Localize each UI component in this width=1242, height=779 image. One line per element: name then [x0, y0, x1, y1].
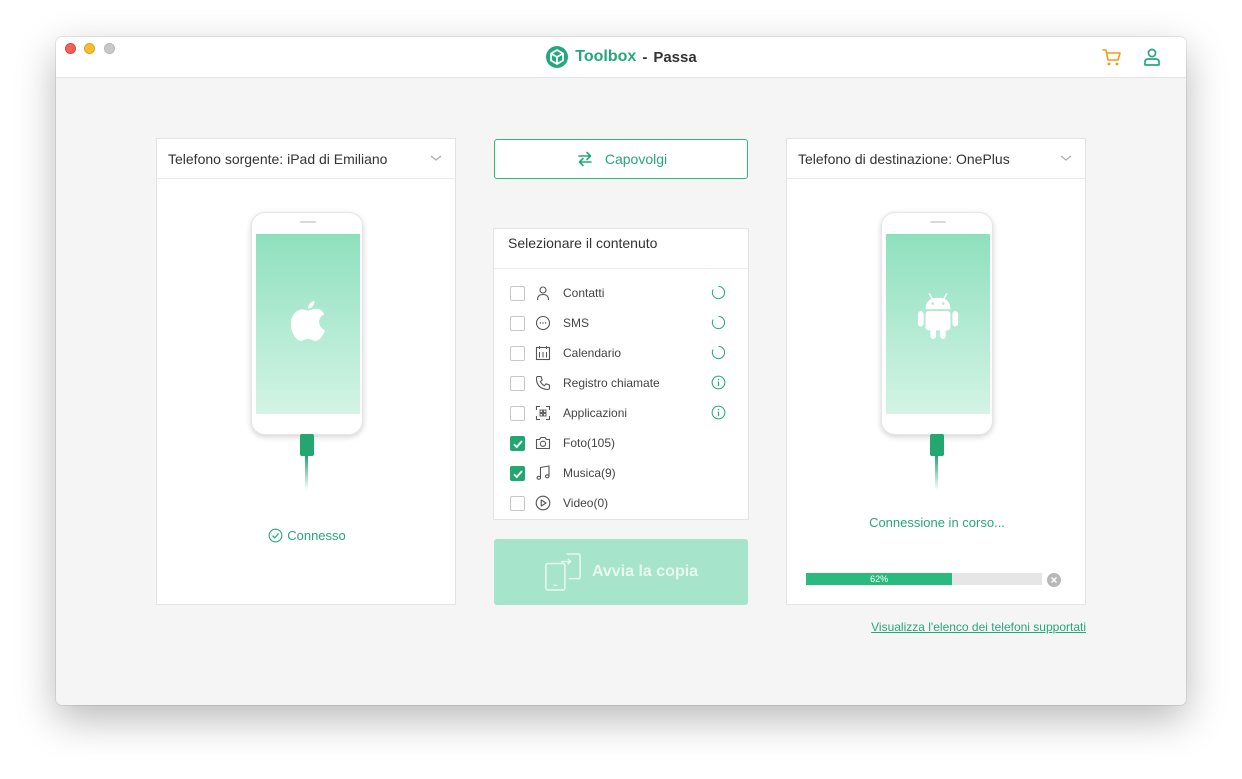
music-icon [536, 465, 550, 480]
content-selection-panel: Selezionare il contenuto Contatti SMS Ca… [493, 228, 749, 520]
usb-cable [930, 434, 944, 456]
source-phone-label: Telefono sorgente: iPad di Emiliano [168, 150, 388, 167]
source-phone-illustration [251, 212, 363, 435]
camera-icon [535, 436, 551, 450]
content-item-foto[interactable]: Foto(105) [494, 428, 748, 458]
content-item-label: Foto(105) [563, 436, 616, 450]
checkmark-icon [513, 440, 523, 449]
info-icon[interactable] [711, 405, 726, 420]
destination-connection-status: Connessione in corso... [869, 515, 1005, 530]
chevron-down-icon[interactable] [429, 151, 443, 165]
content-item-label: Contatti [563, 286, 605, 300]
calendar-icon [535, 346, 551, 361]
usb-cable [300, 434, 314, 456]
connection-progress-bar: 62% [806, 573, 1042, 585]
checkbox-checked[interactable] [510, 466, 525, 481]
cancel-icon[interactable] [1047, 573, 1061, 587]
check-circle-icon [268, 528, 283, 543]
video-icon [535, 495, 551, 511]
phone-icon [535, 375, 551, 391]
message-icon [535, 315, 551, 331]
cart-icon[interactable] [1102, 47, 1122, 67]
destination-phone-illustration [881, 212, 993, 435]
apps-icon [535, 405, 551, 421]
title-separator: - [642, 48, 648, 66]
title-bar: Toolbox - Passa [56, 37, 1186, 78]
content-item-musica[interactable]: Musica(9) [494, 458, 748, 488]
brand-name: Toolbox [575, 48, 637, 65]
destination-phone-label: Telefono di destinazione: OnePlus [798, 150, 1010, 167]
phone-screen [256, 234, 360, 414]
content-selection-title: Selezionare il contenuto [494, 229, 748, 269]
apple-logo-icon [290, 301, 326, 341]
checkmark-icon [513, 470, 523, 479]
loading-spinner-icon [711, 345, 726, 360]
content-item-applicazioni[interactable]: Applicazioni [494, 398, 748, 428]
checkbox[interactable] [510, 286, 525, 301]
checkbox[interactable] [510, 376, 525, 391]
source-connection-status: Connesso [157, 528, 457, 543]
product-name: Passa [653, 48, 697, 66]
source-phone-selector[interactable]: Telefono sorgente: iPad di Emiliano [157, 139, 455, 179]
phone-transfer-icon [545, 553, 581, 591]
usb-cable-wire [935, 456, 938, 490]
source-status-label: Connesso [287, 528, 346, 543]
chevron-down-icon[interactable] [1059, 151, 1073, 165]
destination-phone-panel: Telefono di destinazione: OnePlus Connes… [786, 138, 1086, 605]
checkbox[interactable] [510, 406, 525, 421]
info-icon[interactable] [711, 375, 726, 390]
usb-cable-wire [305, 456, 308, 490]
checkbox-checked[interactable] [510, 436, 525, 451]
phone-speaker [930, 221, 946, 223]
loading-spinner-icon [711, 315, 726, 330]
flip-button[interactable]: Capovolgi [494, 139, 748, 179]
window-title: Toolbox - Passa [56, 45, 1186, 69]
source-phone-panel: Telefono sorgente: iPad di Emiliano Conn… [156, 138, 456, 605]
content-item-label: Musica(9) [563, 466, 616, 480]
loading-spinner-icon [711, 285, 726, 300]
phone-speaker [300, 221, 316, 223]
progress-percent: 62% [870, 574, 889, 584]
supported-phones-link[interactable]: Visualizza l'elenco dei telefoni support… [56, 620, 1086, 634]
app-window: Toolbox - Passa Telefono sorgente: iPad … [56, 37, 1186, 705]
contact-icon [536, 286, 550, 301]
phone-screen [886, 234, 990, 414]
content-item-label: Calendario [563, 346, 622, 360]
content-item-calendario[interactable]: Calendario [494, 338, 748, 368]
checkbox[interactable] [510, 496, 525, 511]
start-copy-button[interactable]: Avvia la copia [494, 539, 748, 605]
toolbox-logo-icon [546, 46, 569, 68]
start-copy-label: Avvia la copia [591, 563, 699, 580]
checkbox[interactable] [510, 316, 525, 331]
content-item-label: SMS [563, 316, 590, 330]
checkbox[interactable] [510, 346, 525, 361]
content-item-label: Applicazioni [563, 406, 628, 420]
flip-button-label: Capovolgi [604, 151, 668, 167]
destination-phone-selector[interactable]: Telefono di destinazione: OnePlus [787, 139, 1085, 179]
user-account-icon[interactable] [1142, 47, 1162, 67]
content-item-sms[interactable]: SMS [494, 308, 748, 338]
android-logo-icon [917, 293, 959, 339]
content-item-registro-chiamate[interactable]: Registro chiamate [494, 368, 748, 398]
swap-arrows-icon [578, 151, 592, 167]
content-item-label: Video(0) [563, 496, 609, 510]
content-item-contatti[interactable]: Contatti [494, 278, 748, 308]
content-item-label: Registro chiamate [563, 376, 660, 390]
content-item-video[interactable]: Video(0) [494, 488, 748, 518]
